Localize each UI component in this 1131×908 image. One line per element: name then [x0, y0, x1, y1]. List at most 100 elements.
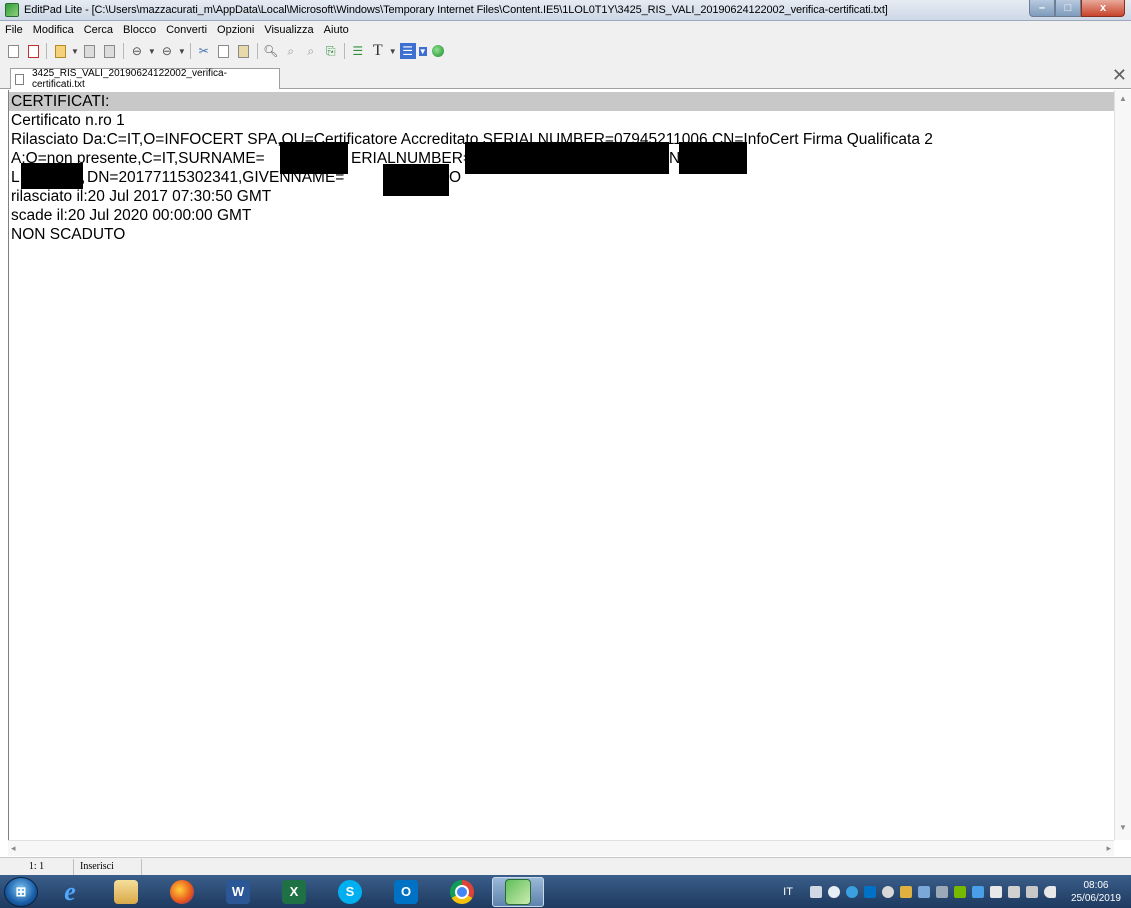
menu-modifica[interactable]: Modifica: [28, 24, 79, 36]
flag-icon[interactable]: [989, 885, 1002, 898]
scroll-down-icon[interactable]: ▼: [1119, 823, 1127, 832]
redaction-block: [465, 142, 669, 174]
file-tab[interactable]: 3425_RIS_VALI_20190624122002_verifica-ce…: [10, 68, 280, 90]
volume-icon[interactable]: [1043, 885, 1056, 898]
vertical-scrollbar[interactable]: ▲ ▼: [1114, 90, 1131, 840]
menu-bar: File Modifica Cerca Blocco Converti Opzi…: [0, 21, 1131, 39]
scroll-right-icon[interactable]: ▸: [1106, 843, 1111, 854]
save-icon[interactable]: [82, 43, 98, 59]
toolbar-separator: [189, 43, 191, 59]
menu-blocco[interactable]: Blocco: [118, 24, 161, 36]
update-icon[interactable]: [971, 885, 984, 898]
menu-converti[interactable]: Converti: [161, 24, 212, 36]
view-mode-icon[interactable]: ☰: [399, 43, 416, 59]
clock-time: 08:06: [1083, 879, 1109, 891]
chevron-down-icon[interactable]: ▼: [389, 47, 397, 56]
minimize-button[interactable]: –: [1029, 0, 1055, 17]
menu-aiuto[interactable]: Aiuto: [319, 24, 354, 36]
taskbar-word[interactable]: W: [212, 877, 264, 907]
device-icon[interactable]: [1007, 885, 1020, 898]
skype-icon: S: [338, 879, 362, 904]
system-tray: IT 08:06 25/06/2019: [783, 875, 1131, 908]
taskbar-firefox[interactable]: [156, 877, 208, 907]
replace-icon[interactable]: ⎘: [323, 43, 339, 59]
cut-icon[interactable]: ✂: [196, 43, 212, 59]
redo-icon[interactable]: ⊖: [159, 43, 175, 59]
printer-icon[interactable]: [809, 885, 822, 898]
redaction-block: [679, 142, 747, 174]
language-indicator[interactable]: IT: [783, 886, 793, 898]
paste-icon[interactable]: [236, 43, 252, 59]
taskbar-internet-explorer[interactable]: e: [44, 877, 96, 907]
open-folder-icon[interactable]: [52, 43, 68, 59]
sync-icon[interactable]: [881, 885, 894, 898]
word-icon: W: [226, 879, 250, 904]
open-file-icon[interactable]: [25, 43, 41, 59]
taskbar-file-explorer[interactable]: [100, 877, 152, 907]
chevron-down-icon[interactable]: ▼: [148, 47, 156, 56]
network-icon[interactable]: [1025, 885, 1038, 898]
editpad-app-icon: [5, 3, 19, 17]
editor-line: rilasciato il:20 Jul 2017 07:30:50 GMT: [11, 188, 272, 205]
find-next-icon[interactable]: ⌕: [283, 43, 299, 59]
security-icon[interactable]: [845, 885, 858, 898]
title-bar: EditPad Lite - [C:\Users\mazzacurati_m\A…: [0, 0, 1131, 21]
file-tab-label: 3425_RIS_VALI_20190624122002_verifica-ce…: [31, 68, 227, 90]
close-button[interactable]: x: [1081, 0, 1125, 17]
status-bar: 1: 1 Inserisci: [0, 857, 1131, 875]
editpad-icon: [505, 878, 531, 905]
taskbar-chrome[interactable]: [436, 877, 488, 907]
toolbar-separator: [122, 43, 124, 59]
chevron-down-icon[interactable]: ▼: [178, 47, 186, 56]
redaction-block: [383, 164, 449, 196]
search-icon[interactable]: 🔍︎: [263, 43, 279, 59]
close-tab-icon[interactable]: ✕: [1112, 66, 1127, 84]
start-button[interactable]: ⊞: [4, 876, 38, 907]
cloud-icon[interactable]: [827, 885, 840, 898]
window-title: EditPad Lite - [C:\Users\mazzacurati_m\A…: [24, 4, 888, 16]
network-device-icon[interactable]: [917, 885, 930, 898]
editor-line: scade il:20 Jul 2020 00:00:00 GMT: [11, 207, 252, 224]
undo-icon[interactable]: ⊖: [129, 43, 145, 59]
font-icon[interactable]: T: [370, 42, 386, 59]
scroll-up-icon[interactable]: ▲: [1119, 94, 1127, 103]
chrome-icon: [450, 879, 474, 904]
maximize-button[interactable]: □: [1055, 0, 1081, 17]
window-controls: – □ x: [1029, 0, 1125, 21]
editor-text-fragment: O: [449, 169, 462, 186]
text-file-icon: [15, 73, 24, 85]
text-editor[interactable]: CERTIFICATI: Certificato n.ro 1 Rilascia…: [8, 90, 1123, 840]
menu-visualizza[interactable]: Visualizza: [259, 24, 318, 36]
save-all-icon[interactable]: [102, 43, 118, 59]
clock[interactable]: 08:06 25/06/2019: [1071, 879, 1121, 905]
taskbar-skype[interactable]: S: [324, 877, 376, 907]
toolbar-separator: [46, 43, 47, 59]
chevron-down-icon[interactable]: ▼: [418, 46, 427, 56]
menu-file[interactable]: File: [0, 24, 28, 36]
editor-text-fragment: L: [11, 169, 20, 186]
new-file-icon[interactable]: [5, 43, 21, 59]
cursor-position: 1: 1: [0, 858, 74, 875]
editor-line: Certificato n.ro 1: [11, 112, 125, 129]
menu-cerca[interactable]: Cerca: [79, 24, 118, 36]
editor-line: CERTIFICATI:: [9, 92, 1123, 111]
taskbar-editpad[interactable]: [492, 876, 544, 907]
toolbar: ▼ ⊖ ▼ ⊖ ▼ ✂ 🔍︎ ⌕ ⌕ ⎘ ☰ T ▼ ☰ ▼: [0, 39, 1131, 63]
nvidia-icon[interactable]: [953, 885, 966, 898]
taskbar-outlook[interactable]: O: [380, 877, 432, 907]
scroll-left-icon[interactable]: ◂: [11, 843, 16, 854]
toolbar-separator: [256, 43, 258, 59]
find-previous-icon[interactable]: ⌕: [303, 43, 319, 59]
keyboard-icon[interactable]: [935, 885, 948, 898]
outlook-tray-icon[interactable]: [863, 885, 876, 898]
excel-icon: X: [282, 879, 306, 904]
chevron-down-icon[interactable]: ▼: [71, 47, 79, 56]
menu-opzioni[interactable]: Opzioni: [212, 24, 259, 36]
taskbar-excel[interactable]: X: [268, 877, 320, 907]
taskbar: ⊞ e W X S O IT 08:06 25/06/2019: [0, 875, 1131, 908]
lock-icon[interactable]: [899, 885, 912, 898]
word-wrap-icon[interactable]: ☰: [350, 43, 366, 59]
copy-icon[interactable]: [216, 43, 232, 59]
horizontal-scrollbar[interactable]: ◂ ▸: [8, 840, 1114, 856]
web-icon[interactable]: [430, 43, 446, 59]
